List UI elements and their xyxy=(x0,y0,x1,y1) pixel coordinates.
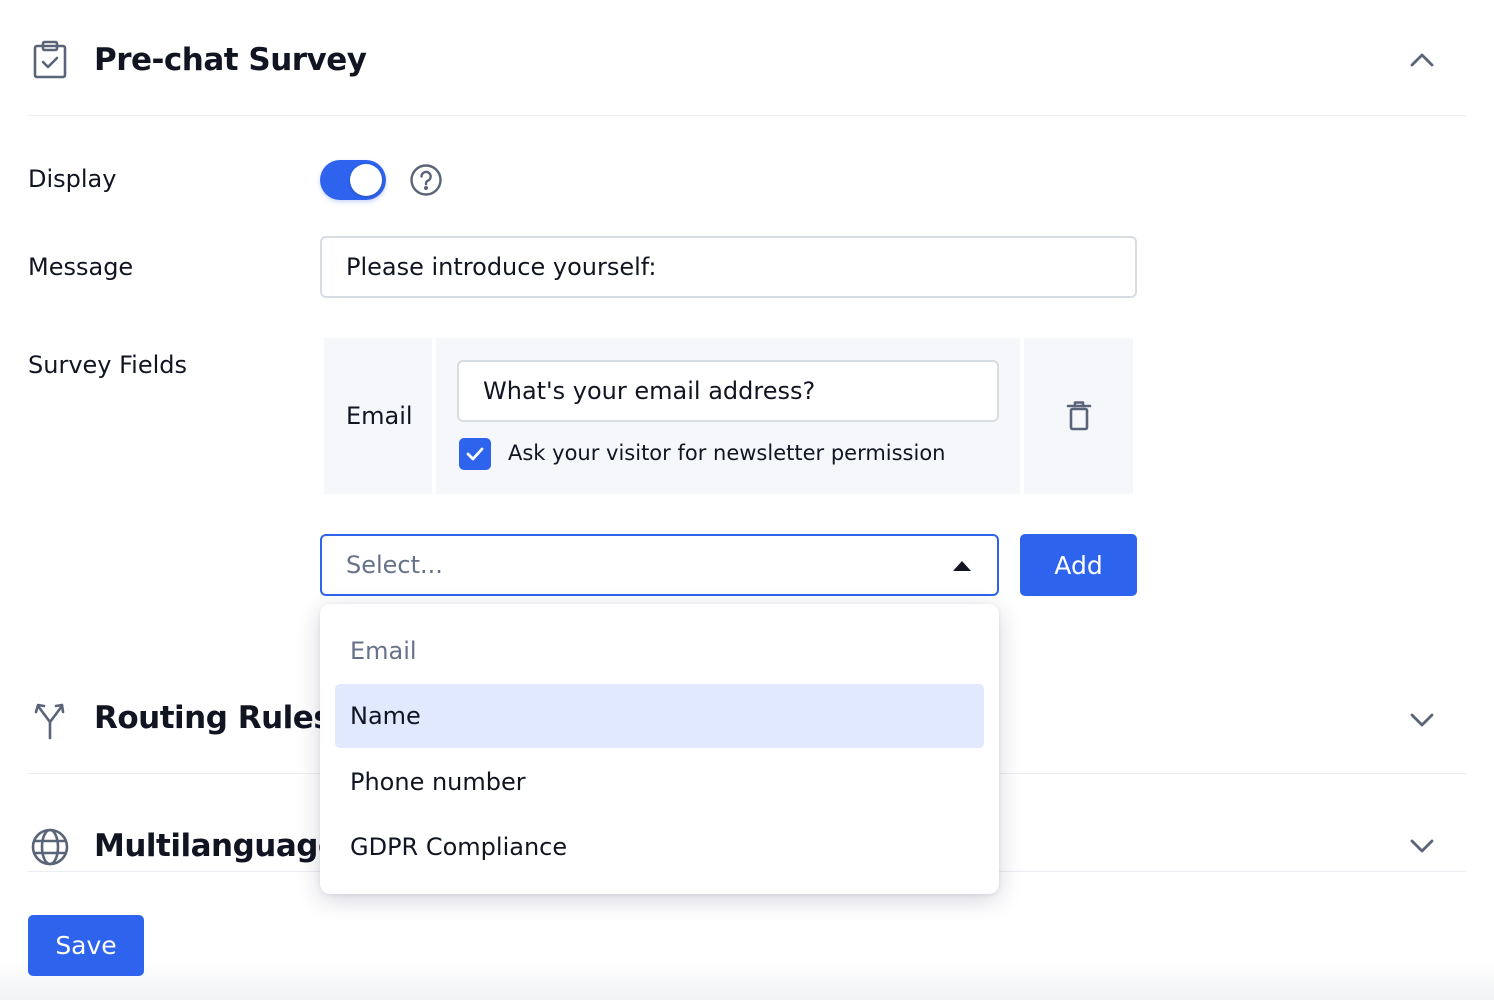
section-title-multilanguage: Multilanguage xyxy=(94,828,339,864)
trash-icon[interactable] xyxy=(1066,400,1092,432)
dropdown-option-email: Email xyxy=(350,637,417,665)
dropdown-option-phone[interactable]: Phone number xyxy=(335,750,984,814)
help-question-icon[interactable] xyxy=(409,163,443,197)
caret-up-icon xyxy=(953,561,971,571)
survey-question-input[interactable]: What's your email address? xyxy=(457,360,999,422)
newsletter-checkbox[interactable] xyxy=(459,438,491,470)
display-toggle[interactable] xyxy=(320,160,386,200)
clipboard-check-icon xyxy=(28,38,72,82)
select-placeholder: Select... xyxy=(346,551,443,579)
survey-field-delete-cell xyxy=(1024,338,1133,494)
section-title-prechat: Pre-chat Survey xyxy=(94,42,367,78)
survey-fields-label: Survey Fields xyxy=(28,351,188,379)
toggle-knob xyxy=(350,164,382,196)
dropdown-option-gdpr[interactable]: GDPR Compliance xyxy=(335,815,984,879)
newsletter-label: Ask your visitor for newsletter permissi… xyxy=(508,441,946,465)
expand-chevron-down-icon[interactable] xyxy=(1406,830,1438,862)
collapse-chevron-up-icon[interactable] xyxy=(1406,44,1438,76)
survey-field-name: Email xyxy=(346,402,413,430)
expand-chevron-down-icon[interactable] xyxy=(1406,704,1438,736)
survey-field-name-cell: Email xyxy=(324,338,432,494)
field-type-dropdown: Email Name Phone number GDPR Compliance xyxy=(320,604,999,894)
dropdown-option-name[interactable]: Name xyxy=(335,684,984,748)
message-label: Message xyxy=(28,253,134,281)
section-title-routing: Routing Rules f xyxy=(94,700,355,736)
message-input[interactable]: Please introduce yourself: xyxy=(320,236,1137,298)
add-button[interactable]: Add xyxy=(1020,534,1137,596)
globe-icon xyxy=(28,825,72,869)
save-button[interactable]: Save xyxy=(28,915,144,976)
bottom-fade xyxy=(0,960,1494,1000)
field-type-select[interactable]: Select... xyxy=(320,534,999,596)
routing-split-icon xyxy=(28,698,72,742)
display-label: Display xyxy=(28,165,117,193)
prechat-survey-header: Pre-chat Survey xyxy=(28,0,1466,116)
